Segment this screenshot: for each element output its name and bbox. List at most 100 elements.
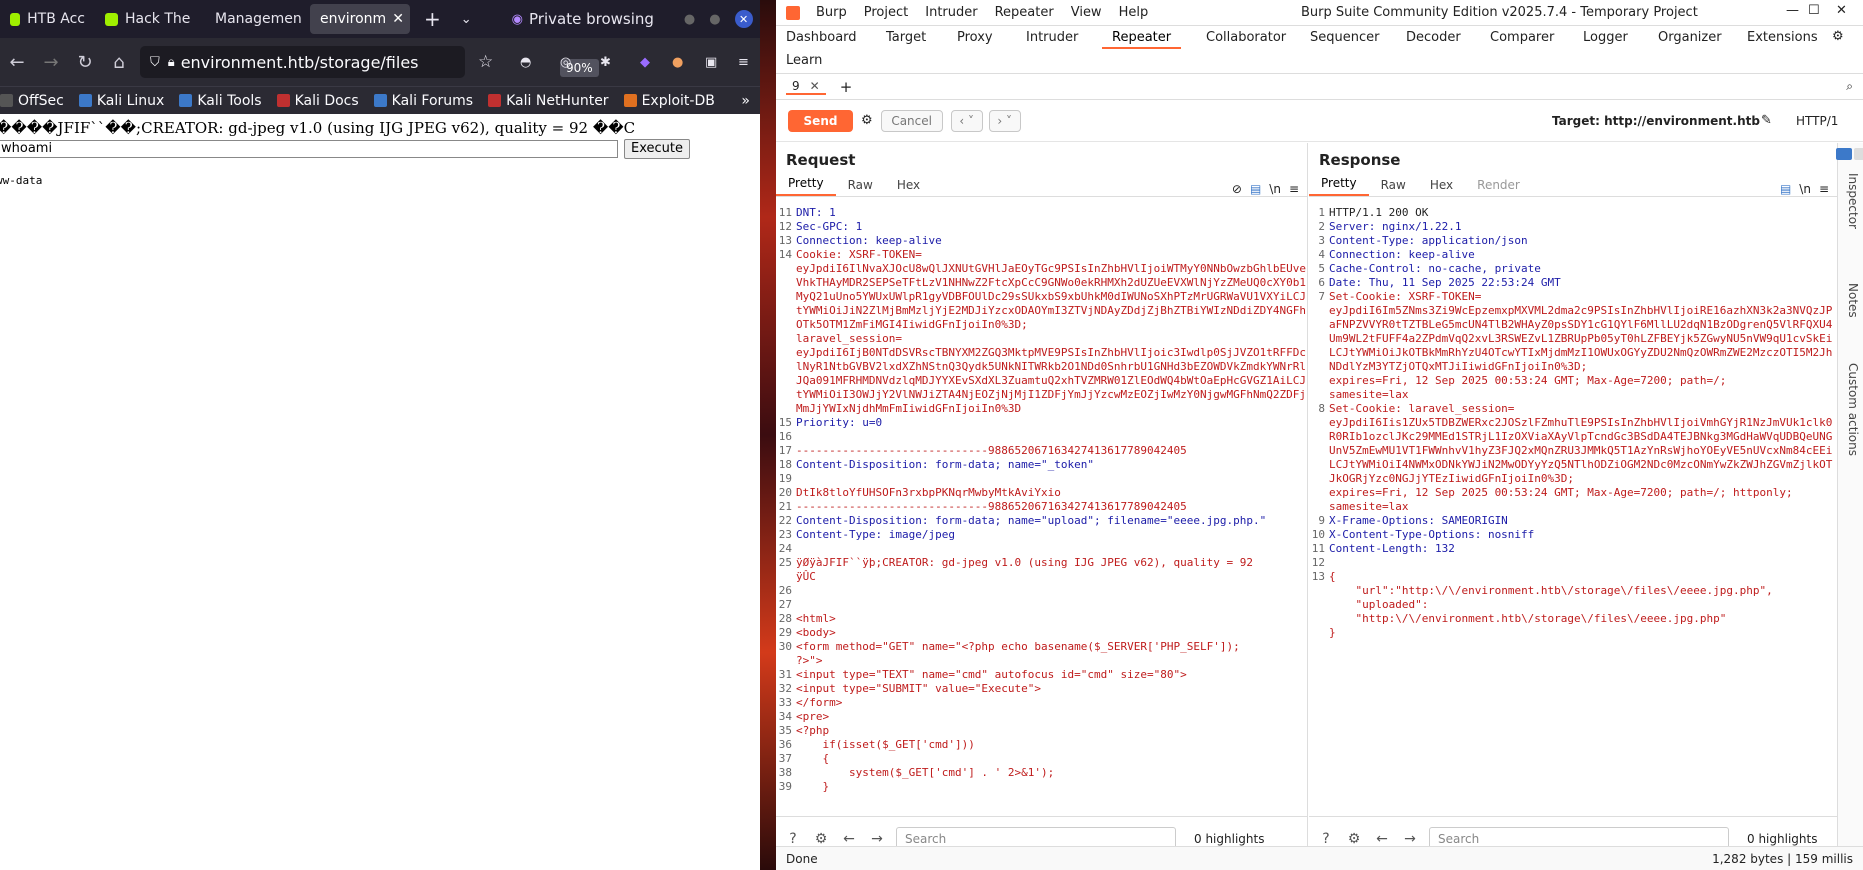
tab-decoder[interactable]: Decoder — [1396, 27, 1471, 49]
wrap-icon[interactable]: ▤ — [1250, 182, 1261, 196]
tab-target[interactable]: Target — [876, 27, 936, 49]
tab-organizer[interactable]: Organizer — [1648, 27, 1732, 49]
close-tab-icon[interactable]: ✕ — [392, 11, 404, 27]
code-line: 24 — [776, 542, 1307, 556]
browser-tab-active[interactable]: environm ✕ — [310, 4, 410, 34]
more-menu-icon[interactable]: ≡ — [1289, 182, 1299, 196]
line-number: 11 — [1311, 542, 1325, 555]
search-icon[interactable]: ⌕ — [1846, 79, 1853, 94]
tab-raw[interactable]: Raw — [836, 178, 885, 196]
bookmark-exploit-db[interactable]: Exploit-DB — [623, 93, 715, 109]
chevron-right-icon[interactable]: » — [741, 93, 750, 109]
tab-pretty[interactable]: Pretty — [776, 176, 836, 196]
bookmark-kali-forums[interactable]: Kali Forums — [373, 93, 473, 109]
line-text — [796, 430, 1307, 444]
browser-tab[interactable]: Managemen — [205, 4, 310, 34]
tab-comparer[interactable]: Comparer — [1480, 27, 1564, 49]
screenshot-icon[interactable]: ▣ — [705, 55, 717, 70]
browser-tab[interactable]: HTB Acc — [0, 4, 95, 34]
line-text: </form> — [796, 696, 843, 709]
tab-notes[interactable]: Notes — [1846, 283, 1860, 318]
cookie-icon[interactable]: ● — [672, 55, 683, 70]
addon-icon[interactable]: ◆ — [640, 55, 650, 70]
tab-inspector[interactable]: Inspector — [1846, 173, 1860, 229]
more-menu-icon[interactable]: ≡ — [1819, 182, 1829, 196]
response-editor[interactable]: 1 HTTP/1.1 200 OK 2 Server: nginx/1.22.1 3 Co… — [1309, 206, 1837, 810]
send-options-gear-icon[interactable]: ⚙ — [861, 113, 873, 128]
hide-icon[interactable]: ⊘ — [1232, 182, 1242, 196]
response-pane: Response Pretty Raw Hex Render ▤ \n ≡ 1H… — [1309, 143, 1837, 860]
reload-icon[interactable]: ↻ — [68, 52, 102, 73]
menu-view[interactable]: View — [1071, 5, 1102, 20]
close-window-icon[interactable]: ✕ — [734, 10, 753, 28]
jpeg-header-text: ����JFIF``��;CREATOR: gd-jpeg v1.0 (usin… — [0, 119, 636, 137]
newline-icon[interactable]: \n — [1269, 182, 1281, 196]
minimize-icon[interactable]: — — [1786, 3, 1799, 18]
browser-tab[interactable]: Hack The — [95, 4, 205, 34]
close-tab-icon[interactable]: ✕ — [810, 79, 820, 93]
history-back-icon[interactable]: ‹ ˅ — [950, 109, 983, 132]
account-icon[interactable]: ◎ — [560, 55, 571, 70]
bookmarks-toolbar: OffSec Kali Linux Kali Tools Kali Docs K… — [0, 86, 760, 114]
bookmark-kali-nethunter[interactable]: Kali NetHunter — [488, 93, 609, 109]
menu-intruder[interactable]: Intruder — [925, 5, 977, 20]
maximize-icon[interactable]: ☐ — [1808, 3, 1820, 18]
add-tab-icon[interactable]: + — [840, 78, 853, 96]
cmd-input[interactable]: whoami — [0, 140, 618, 158]
tab-render[interactable]: Render — [1465, 178, 1532, 196]
menu-burp[interactable]: Burp — [816, 5, 847, 20]
newline-icon[interactable]: \n — [1799, 182, 1811, 196]
settings-gear-icon[interactable]: ⚙ — [1832, 29, 1844, 44]
history-forward-icon[interactable]: › ˅ — [988, 109, 1021, 132]
tab-intruder[interactable]: Intruder — [1016, 27, 1088, 49]
tab-hex[interactable]: Hex — [1418, 178, 1465, 196]
tab-dashboard[interactable]: Dashboard — [776, 27, 867, 49]
response-view-tabs: Pretty Raw Hex Render ▤ \n ≡ — [1309, 173, 1837, 197]
tab-hex[interactable]: Hex — [885, 178, 932, 196]
tab-sequencer[interactable]: Sequencer — [1300, 27, 1389, 49]
tab-repeater[interactable]: Repeater — [1102, 27, 1182, 49]
edit-target-icon[interactable]: ✎ — [1761, 113, 1772, 128]
code-line: 16 — [776, 430, 1307, 444]
tab-proxy[interactable]: Proxy — [947, 27, 1003, 49]
url-bar[interactable]: ⛉ 🔒︎ environment.htb/storage/files 90% — [140, 46, 599, 78]
minimize-icon[interactable]: ● — [684, 12, 695, 27]
forward-icon[interactable]: → — [34, 52, 68, 73]
pocket-icon[interactable]: ◓ — [520, 55, 531, 70]
back-icon[interactable]: ← — [0, 52, 34, 73]
repeater-tab[interactable]: 9 ✕ — [786, 79, 826, 95]
http-version-selector[interactable]: HTTP/1 — [1796, 114, 1838, 128]
tab-list-icon[interactable]: ⌄ — [461, 12, 472, 27]
burp-menubar: Burp Project Intruder Repeater View Help… — [776, 0, 1863, 26]
cancel-button[interactable]: Cancel — [880, 109, 943, 132]
menu-icon[interactable]: ≡ — [738, 55, 749, 70]
menu-help[interactable]: Help — [1119, 5, 1149, 20]
tab-collaborator[interactable]: Collaborator — [1196, 27, 1296, 49]
line-text: Content-Disposition: form-data; name="up… — [796, 514, 1267, 527]
extensions-icon[interactable]: ✱ — [600, 55, 611, 70]
tab-raw[interactable]: Raw — [1369, 178, 1418, 196]
maximize-icon[interactable]: ● — [709, 12, 720, 27]
request-editor[interactable]: 11 DNT: 1 12 Sec-GPC: 1 13 Connection: keep-a… — [776, 206, 1307, 810]
menu-project[interactable]: Project — [864, 5, 908, 20]
bookmark-kali-tools[interactable]: Kali Tools — [179, 93, 262, 109]
wrap-icon[interactable]: ▤ — [1780, 182, 1791, 196]
bookmark-offsec[interactable]: OffSec — [0, 93, 64, 109]
menu-repeater[interactable]: Repeater — [995, 5, 1054, 20]
close-icon[interactable]: ✕ — [1836, 3, 1847, 18]
tab-custom-actions[interactable]: Custom actions — [1846, 363, 1860, 456]
stacked-icon[interactable] — [1854, 148, 1863, 160]
tab-learn[interactable]: Learn — [776, 50, 832, 72]
line-text: Connection: keep-alive — [796, 234, 942, 247]
tab-pretty[interactable]: Pretty — [1309, 176, 1369, 196]
tab-logger[interactable]: Logger — [1573, 27, 1638, 49]
bookmark-kali-docs[interactable]: Kali Docs — [276, 93, 359, 109]
execute-button[interactable]: Execute — [624, 139, 690, 159]
new-tab-icon[interactable]: + — [424, 7, 441, 31]
home-icon[interactable]: ⌂ — [102, 52, 136, 73]
tab-extensions[interactable]: Extensions — [1737, 27, 1828, 49]
bookmark-kali-linux[interactable]: Kali Linux — [78, 93, 164, 109]
bookmark-star-icon[interactable]: ☆ — [478, 52, 493, 72]
send-button[interactable]: Send — [788, 109, 853, 132]
side-by-side-icon[interactable] — [1836, 148, 1852, 160]
